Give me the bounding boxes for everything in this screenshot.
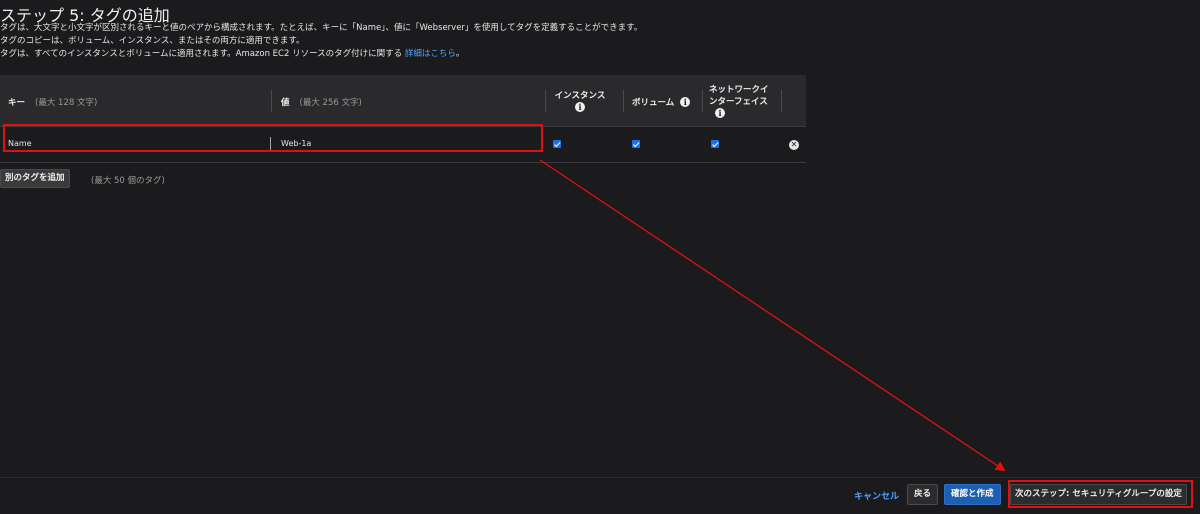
add-tag-hint: (最大 50 個のタグ)	[91, 176, 165, 186]
info-icon[interactable]: i	[680, 97, 691, 107]
tag-key-input[interactable]: Name	[6, 136, 268, 151]
header-value: 値 (最大 256 文字)	[281, 96, 362, 108]
header-value-hint: (最大 256 文字)	[299, 98, 362, 108]
table-header: キー (最大 128 文字) 値 (最大 256 文字) インスタンス i ボリュー…	[0, 75, 806, 127]
header-network-interfaces: ネットワークイ ンターフェイス i	[709, 83, 775, 119]
header-key-hint: (最大 128 文字)	[35, 98, 98, 108]
description-line-1: タグは、大文字と小文字が区別されるキーと値のペアから構成されます。たとえば、キー…	[0, 23, 643, 33]
description-line-2: タグのコピーは、ボリューム、インスタンス、またはその両方に適用できます。	[0, 36, 305, 46]
column-divider	[271, 90, 272, 112]
tags-table: キー (最大 128 文字) 値 (最大 256 文字) インスタンス i ボリュー…	[0, 75, 806, 163]
header-volumes: ボリューム i	[632, 96, 691, 108]
input-divider	[270, 137, 271, 151]
description-line-3-text: タグは、すべてのインスタンスとボリュームに適用されます。Amazon EC2 リ…	[0, 49, 403, 59]
remove-icon[interactable]: ✕	[789, 140, 799, 150]
volumes-checkbox[interactable]	[632, 140, 640, 148]
page-description: タグは、大文字と小文字が区別されるキーと値のペアから構成されます。たとえば、キー…	[0, 22, 642, 61]
learn-more-link[interactable]: 詳細はこちら	[405, 49, 456, 59]
next-configure-security-group-button[interactable]: 次のステップ: セキュリティグループの設定	[1010, 484, 1187, 505]
header-network-label-2: ンターフェイス	[709, 97, 768, 107]
review-and-launch-button[interactable]: 確認と作成	[944, 484, 1001, 505]
description-line-3-suffix: 。	[455, 49, 465, 59]
add-tag-button[interactable]: 別のタグを追加	[0, 169, 70, 188]
header-key: キー (最大 128 文字)	[8, 96, 97, 108]
info-icon[interactable]: i	[715, 108, 725, 118]
column-divider	[781, 90, 782, 112]
header-key-label: キー	[8, 98, 26, 108]
column-divider	[623, 90, 624, 112]
header-instances: インスタンス i	[551, 89, 609, 113]
table-row: Name Web-1a ✕	[0, 126, 806, 163]
tag-value-input[interactable]: Web-1a	[279, 136, 541, 151]
header-instances-label: インスタンス	[554, 91, 606, 101]
page: ステップ 5: タグの追加 タグは、大文字と小文字が区別されるキーと値のペアから…	[0, 0, 1200, 514]
description-line-3: タグは、すべてのインスタンスとボリュームに適用されます。Amazon EC2 リ…	[0, 48, 642, 61]
header-value-label: 値	[281, 98, 290, 108]
back-button[interactable]: 戻る	[907, 484, 939, 505]
column-divider	[545, 90, 546, 112]
cancel-link[interactable]: キャンセル	[854, 489, 899, 502]
instances-checkbox[interactable]	[553, 140, 561, 148]
info-icon[interactable]: i	[575, 102, 585, 112]
header-network-label-1: ネットワークイ	[709, 85, 769, 95]
column-divider	[702, 90, 703, 112]
header-volumes-label: ボリューム	[632, 98, 675, 108]
footer-divider	[0, 477, 1200, 478]
network-interfaces-checkbox[interactable]	[711, 140, 719, 148]
